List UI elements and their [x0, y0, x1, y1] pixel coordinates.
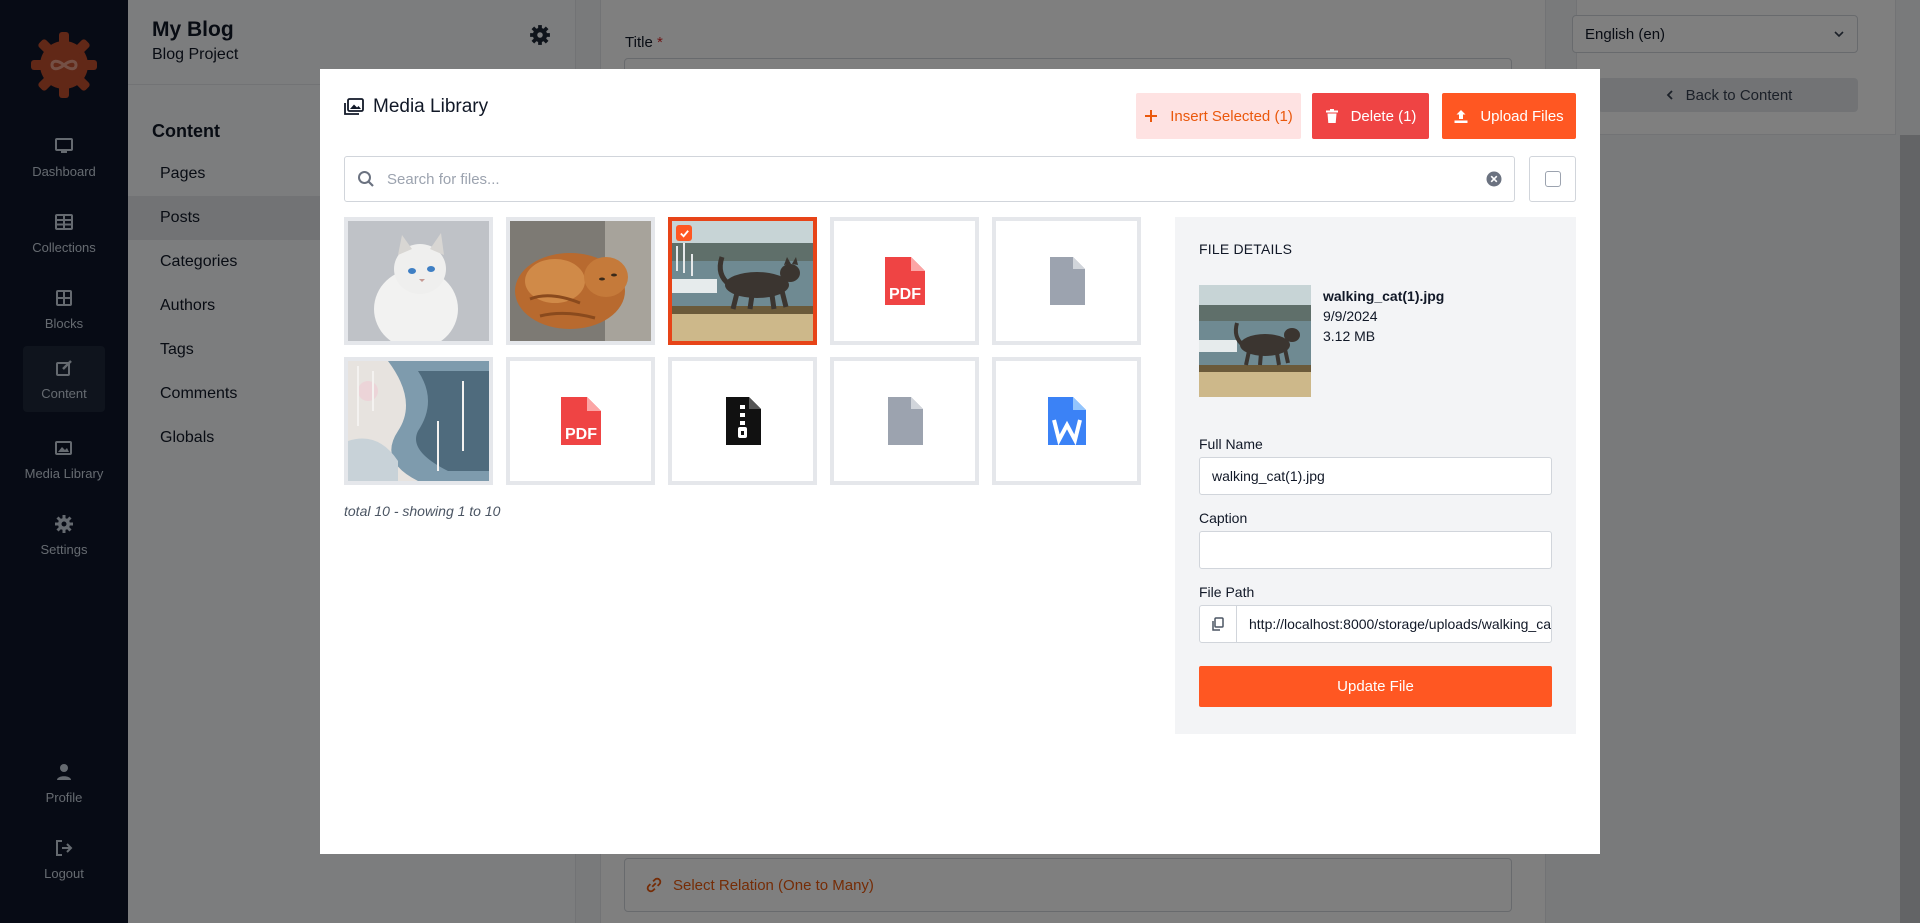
- painting-image: [348, 361, 489, 481]
- pdf-icon: PDF: [560, 397, 601, 445]
- file-icon: [887, 397, 923, 445]
- full-name-label: Full Name: [1199, 436, 1263, 452]
- upload-label: Upload Files: [1480, 107, 1564, 125]
- file-date: 9/9/2024: [1323, 308, 1378, 324]
- plus-icon: [1145, 110, 1158, 122]
- file-details-panel: FILE DETAILS walking_cat(1).jpg 9/9/2024…: [1175, 217, 1576, 734]
- file-preview: [1199, 285, 1311, 397]
- media-tile-walking-cat[interactable]: [668, 217, 817, 345]
- file-name: walking_cat(1).jpg: [1323, 288, 1445, 304]
- cat-image: [510, 221, 651, 341]
- media-tile-file-2[interactable]: [830, 357, 979, 485]
- delete-button[interactable]: Delete (1): [1312, 93, 1429, 139]
- upload-icon: [1454, 110, 1468, 123]
- selected-check-icon: [676, 225, 692, 241]
- images-icon: [344, 98, 364, 115]
- caption-input[interactable]: [1199, 531, 1552, 569]
- search-icon: [358, 171, 374, 187]
- delete-label: Delete (1): [1350, 107, 1417, 125]
- file-meta: walking_cat(1).jpg 9/9/2024 3.12 MB: [1323, 286, 1444, 346]
- media-tile-pdf-2[interactable]: PDF: [506, 357, 655, 485]
- media-tile-ginger-cat[interactable]: [506, 217, 655, 345]
- media-tile-white-cat[interactable]: [344, 217, 493, 345]
- upload-files-button[interactable]: Upload Files: [1442, 93, 1576, 139]
- file-icon: [1049, 257, 1085, 305]
- word-icon: [1047, 397, 1086, 446]
- modal-title: Media Library: [344, 96, 488, 118]
- copy-icon: [1212, 617, 1224, 631]
- cat-image: [348, 221, 489, 341]
- copy-path-button[interactable]: [1200, 606, 1237, 642]
- file-details-heading: FILE DETAILS: [1199, 241, 1293, 257]
- search-input[interactable]: [387, 170, 1486, 188]
- select-all-checkbox[interactable]: [1529, 156, 1576, 202]
- cat-image: [672, 221, 813, 341]
- modal-title-text: Media Library: [373, 96, 489, 117]
- media-tile-painting[interactable]: [344, 357, 493, 485]
- insert-selected-button[interactable]: Insert Selected (1): [1136, 93, 1301, 139]
- media-tile-zip[interactable]: [668, 357, 817, 485]
- media-tile-pdf[interactable]: PDF: [830, 217, 979, 345]
- zip-file-icon: [725, 397, 761, 445]
- file-path-input[interactable]: http://localhost:8000/storage/uploads/wa…: [1237, 616, 1551, 632]
- media-tile-file[interactable]: [992, 217, 1141, 345]
- file-search: [344, 156, 1515, 202]
- caption-label: Caption: [1199, 510, 1248, 526]
- file-size: 3.12 MB: [1323, 328, 1376, 344]
- file-path-label: File Path: [1199, 584, 1255, 600]
- trash-icon: [1325, 109, 1338, 123]
- checkbox-box: [1544, 171, 1561, 187]
- file-path-field: http://localhost:8000/storage/uploads/wa…: [1199, 605, 1552, 643]
- insert-label: Insert Selected (1): [1170, 107, 1293, 125]
- media-library-modal: Media Library Insert Selected (1) Delete…: [320, 69, 1600, 854]
- pagination-info: total 10 - showing 1 to 10: [344, 503, 501, 519]
- clear-search-icon[interactable]: [1486, 171, 1502, 187]
- update-file-button[interactable]: Update File: [1199, 666, 1552, 707]
- media-tile-word[interactable]: [992, 357, 1141, 485]
- pdf-icon: PDF: [884, 257, 925, 305]
- full-name-input[interactable]: walking_cat(1).jpg: [1199, 457, 1552, 495]
- svg-text:PDF: PDF: [565, 426, 597, 443]
- svg-text:PDF: PDF: [889, 286, 921, 303]
